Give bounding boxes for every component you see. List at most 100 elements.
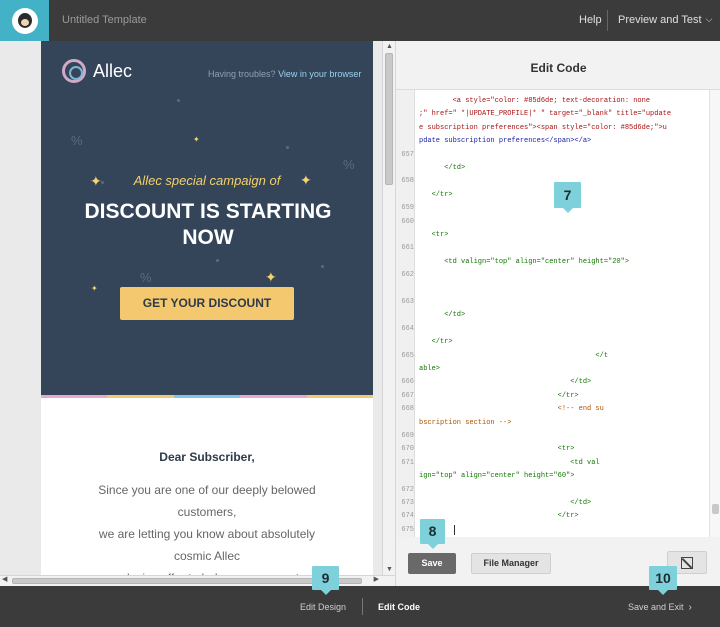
scrollbar-thumb[interactable] (712, 504, 719, 514)
code-editor[interactable]: <a style="color: #85d6de; text-decoratio… (396, 89, 720, 537)
greeting: Dear Subscriber, (159, 450, 255, 464)
scroll-right-arrow-icon[interactable]: ▶ (374, 575, 379, 583)
headline-line-2: NOW (182, 226, 234, 249)
scroll-down-arrow-icon[interactable]: ▼ (386, 566, 393, 573)
line-number: 667 (401, 391, 414, 400)
line-number: 657 (401, 150, 414, 159)
save-exit-label: Save and Exit (628, 602, 684, 612)
callout-badge: 7 (554, 182, 581, 213)
code-line: e subscription preferences"><span style=… (419, 123, 667, 132)
code-line: <!-- end su (419, 405, 604, 414)
campaign-subheading: Allec special campaign of (133, 173, 281, 188)
line-number: 666 (401, 378, 414, 387)
line-number: 674 (401, 512, 414, 521)
sparkle-icon: ✦ (193, 135, 200, 144)
code-line: <td valign="top" align="center" height="… (419, 257, 630, 266)
brand-name: Allec (93, 61, 133, 81)
code-line: </td> (419, 164, 466, 172)
save-button[interactable]: Save (408, 553, 456, 574)
code-line: bscription section --> (419, 418, 512, 427)
email-hero: Allec Having troubles? View in your brow… (41, 41, 373, 395)
troubles-label: Having troubles? (208, 69, 276, 79)
preview-and-test-menu[interactable]: Preview and Test ⌵ (618, 14, 712, 26)
template-title: Untitled Template (62, 14, 147, 26)
body-paragraph: Since you are one of our deeply belowed … (61, 479, 353, 589)
preview-label: Preview and Test (618, 14, 702, 26)
code-line: able> (419, 365, 441, 373)
callout-badge: 8 (420, 519, 445, 549)
line-number: 659 (401, 204, 414, 213)
line-number: 668 (401, 405, 414, 414)
preview-vertical-scrollbar[interactable]: ▲ ▼ (382, 41, 395, 575)
line-number: 665 (401, 351, 414, 360)
chevron-down-icon: ⌵ (705, 14, 713, 24)
get-discount-button[interactable]: GET YOUR DISCOUNT (120, 287, 294, 320)
line-number: 670 (401, 445, 414, 454)
expand-icon (681, 556, 693, 569)
line-number: 658 (401, 177, 414, 186)
bottom-bar: Edit Design Edit Code Save and Exit › (0, 586, 720, 627)
top-bar: Untitled Template Help Preview and Test ⌵ (0, 0, 720, 41)
line-number: 661 (401, 244, 414, 253)
callout-badge: 10 (649, 566, 677, 595)
body-line: customers, (177, 505, 237, 519)
line-number: 673 (401, 499, 414, 507)
code-line: <td val (419, 458, 600, 467)
help-link[interactable]: Help (579, 14, 602, 26)
line-number: 663 (401, 298, 414, 306)
edit-code-tab[interactable]: Edit Code (378, 602, 420, 612)
line-number: 662 (401, 271, 414, 280)
percent-decor-icon: % (140, 270, 152, 285)
body-line: Since you are one of our deeply belowed (98, 483, 316, 497)
file-manager-button[interactable]: File Manager (471, 553, 551, 574)
line-number: 664 (401, 324, 414, 333)
code-line: ;" href=" *|UPDATE_PROFILE|* " target="_… (419, 110, 672, 119)
code-line: pdate subscription preferences</span></a… (419, 137, 592, 146)
code-panel: Edit Code <a style="color: #85d6de; text… (395, 41, 720, 586)
view-in-browser-link[interactable]: View in your browser (278, 69, 361, 79)
brand-logo-icon (62, 59, 86, 83)
app-logo[interactable] (0, 0, 49, 41)
campaign-headline: DISCOUNT IS STARTING NOW (63, 199, 353, 251)
code-line: </tr> (419, 338, 453, 347)
scrollbar-thumb[interactable] (385, 53, 393, 185)
code-line: ign="top" align="center" height="60"> (419, 472, 575, 481)
line-number: 669 (401, 432, 414, 440)
scroll-up-arrow-icon[interactable]: ▲ (386, 43, 393, 50)
code-line: <tr> (419, 445, 575, 454)
sparkle-icon: ✦ (265, 269, 277, 285)
body-line: we are letting you know about absolutely (98, 527, 316, 541)
divider (362, 598, 363, 615)
save-and-exit-button[interactable]: Save and Exit › (628, 602, 692, 613)
text-cursor (454, 524, 455, 535)
email-preview: Allec Having troubles? View in your brow… (41, 41, 374, 598)
line-number: 672 (401, 485, 414, 494)
code-line: </tr> (419, 391, 579, 400)
monkey-logo-icon (11, 7, 38, 34)
body-line: cosmic Allec (173, 549, 241, 563)
scroll-left-arrow-icon[interactable]: ◀ (2, 575, 7, 583)
headline-line-1: DISCOUNT IS STARTING (84, 200, 332, 223)
code-line: <a style="color: #85d6de; text-decoratio… (419, 97, 651, 105)
star-dot-icon (286, 146, 289, 149)
percent-decor-icon: % (343, 157, 355, 172)
edit-design-tab[interactable]: Edit Design (300, 602, 346, 612)
star-dot-icon (177, 99, 180, 102)
chevron-right-icon: › (688, 602, 692, 613)
line-number: 660 (401, 217, 414, 226)
code-line: </td> (419, 311, 466, 320)
star-dot-icon (216, 259, 219, 262)
code-line: </tr> (419, 512, 579, 521)
code-line: </td> (419, 499, 592, 507)
code-line: </td> (419, 378, 592, 387)
code-line: <tr> (419, 231, 449, 239)
line-number: 671 (401, 458, 414, 467)
panel-title: Edit Code (530, 61, 587, 75)
callout-badge: 9 (312, 566, 339, 595)
code-scrollbar[interactable] (709, 90, 720, 537)
percent-decor-icon: % (71, 133, 83, 148)
sparkle-icon: ✦ (91, 284, 98, 293)
scrollbar-thumb[interactable] (12, 578, 362, 584)
troubles-text: Having troubles? View in your browser (208, 69, 361, 79)
line-number: 675 (401, 525, 414, 534)
